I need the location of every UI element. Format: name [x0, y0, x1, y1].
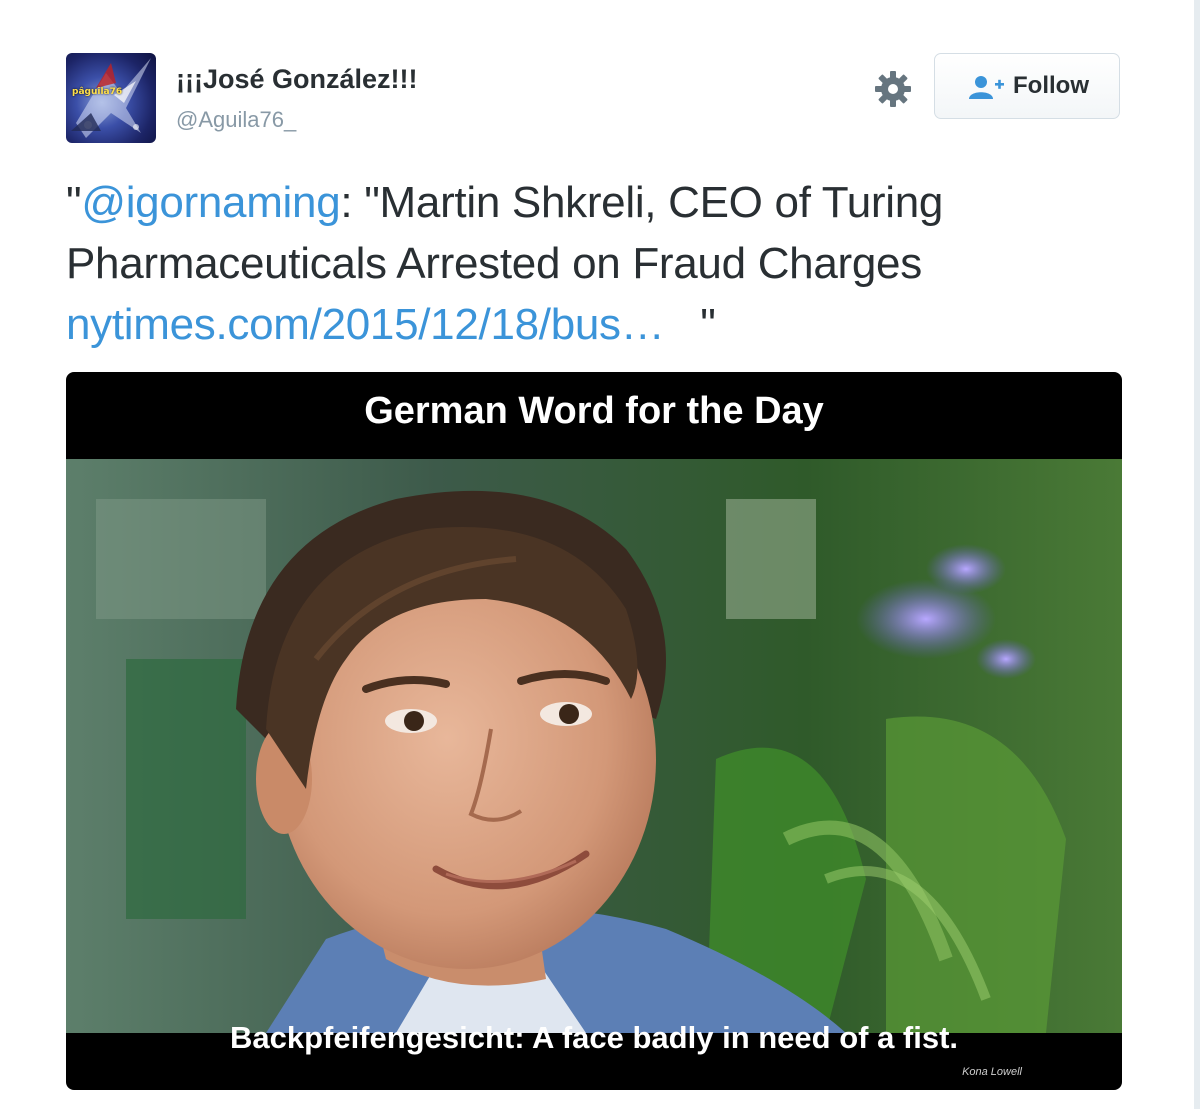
meme-title: German Word for the Day — [364, 390, 824, 432]
meme-caption: Backpfeifengesicht: A face badly in need… — [229, 1020, 959, 1055]
link-ellipsis: … — [620, 300, 665, 349]
open-quote: " — [66, 178, 82, 227]
timeline-edge — [1194, 0, 1200, 1109]
eagle-avatar-art — [71, 58, 151, 138]
tweet-text: "@igornaming: "Martin Shkreli, CEO of Tu… — [66, 172, 1126, 355]
avatar-text: pâguila76 — [72, 87, 123, 97]
add-user-icon — [969, 76, 1004, 99]
mention-link[interactable]: @igornaming — [81, 178, 340, 227]
tweet-card: pâguila76 ¡¡¡José González!!! @Aguila76_ — [0, 0, 1200, 1109]
follow-button[interactable]: Follow — [934, 53, 1120, 119]
user-avatar[interactable]: pâguila76 — [66, 53, 156, 143]
follow-label: Follow — [1013, 72, 1089, 99]
display-name[interactable]: ¡¡¡José González!!! — [176, 64, 418, 95]
article-link[interactable]: nytimes.com/2015/12/18/bus — [66, 300, 621, 349]
close-quote: " — [664, 300, 716, 349]
image-credit: Kona Lowell — [962, 1066, 1022, 1078]
gear-icon[interactable] — [872, 68, 914, 110]
media-image[interactable]: German Word for the Day Backpfeifengesic… — [66, 372, 1122, 1090]
portrait-photo — [66, 459, 1122, 1033]
screen-name[interactable]: @Aguila76_ — [176, 107, 296, 133]
